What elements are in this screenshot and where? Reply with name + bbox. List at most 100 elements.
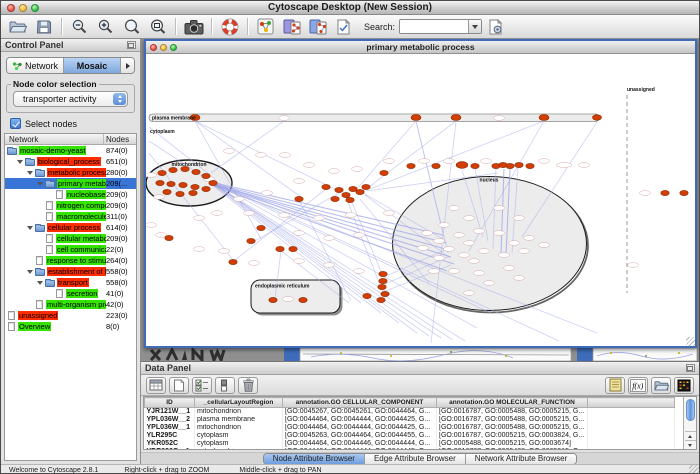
expander-icon[interactable] [37,281,43,285]
expander-icon[interactable] [37,182,43,186]
network-node[interactable] [169,167,177,172]
tree-row-nitrogen-compo[interactable]: nitrogen compo209(0) [5,200,136,211]
tree-row-metabolic-process[interactable]: metabolic process280(0) [5,167,136,178]
network-node[interactable] [335,187,343,192]
node-label[interactable] [479,249,490,254]
zoom-button[interactable] [170,44,177,51]
zoom-button[interactable] [31,4,39,12]
table-scrollbar[interactable] [683,397,696,449]
tab-node-attribute-browser[interactable]: Node Attribute Browser [264,454,365,464]
node-label[interactable] [464,216,475,221]
node-label[interactable] [449,269,460,274]
node-label[interactable] [474,271,485,276]
vizmapper-icon[interactable] [253,16,278,38]
tree-row-macromolecule[interactable]: macromolecule311(0) [5,211,136,222]
zoom-to-fit-icon[interactable] [145,16,170,38]
node-label[interactable] [354,233,365,238]
tab-mosaic[interactable]: Mosaic [64,58,121,73]
scroll-down-button[interactable] [685,440,696,449]
node-label[interactable] [194,216,205,221]
node-label[interactable] [249,261,260,266]
node-label[interactable] [314,216,325,221]
expander-icon[interactable] [27,270,33,274]
node-label[interactable] [509,241,520,246]
network-node[interactable] [295,196,303,201]
network-node[interactable] [202,186,210,191]
network-node[interactable] [189,190,197,195]
network-node[interactable] [342,192,350,197]
close-button[interactable] [150,44,157,51]
node-label[interactable] [294,259,305,264]
node-label[interactable] [422,231,433,236]
formula-builder-icon[interactable]: f(x) [628,377,648,394]
zoom-out-icon[interactable] [67,16,92,38]
tree-row-secretion[interactable]: secretion41(0) [5,288,136,299]
node-label[interactable] [539,159,550,164]
column-header-nodes[interactable]: Nodes [104,134,136,144]
network-node[interactable] [247,238,255,243]
window-resize-grip[interactable] [686,337,695,346]
network-node[interactable] [526,163,534,168]
tree-row-cellular-process[interactable]: cellular process614(0) [5,222,136,233]
network-node[interactable] [202,173,210,178]
network-node[interactable] [356,189,364,194]
network-node[interactable] [276,246,284,251]
network-node[interactable] [379,278,387,283]
network-node[interactable] [506,163,514,168]
zoom-in-icon[interactable] [93,16,118,38]
network-node[interactable] [471,163,479,168]
network-node[interactable] [192,169,200,174]
node-label[interactable] [494,116,505,121]
expander-icon[interactable] [17,160,23,164]
node-label[interactable] [244,211,255,216]
minimize-button[interactable] [160,44,167,51]
table-row[interactable]: YPL036W__2plasma membrane[GO:0044464, GO… [145,416,675,424]
tree-row-mosaic-demo-yeast[interactable]: mosaic-demo-yeast874(0) [5,145,136,156]
tab-network[interactable]: Network [7,58,64,73]
network-node[interactable] [456,162,468,169]
node-label[interactable] [194,247,205,252]
node-label[interactable] [256,153,267,158]
network-node[interactable] [163,189,171,194]
node-label[interactable] [324,236,335,241]
select-attributes-icon[interactable] [192,377,212,394]
table-row[interactable]: YPL036W__1mitochondrion[GO:0044464, GO:0… [145,424,675,432]
network-node[interactable] [346,197,354,202]
node-label[interactable] [434,239,445,244]
node-label[interactable] [294,179,305,184]
node-label[interactable] [499,253,510,258]
search-dropdown-button[interactable] [468,19,481,34]
tree-row-response-to-stimulu[interactable]: response to stimulu264(0) [5,255,136,266]
table-row[interactable]: YKR052Ccytoplasm[GO:0044464, GO:0044446,… [145,440,675,448]
node-label[interactable] [464,291,475,296]
network-node[interactable] [229,259,237,264]
node-label[interactable] [514,216,525,221]
network-node[interactable] [515,162,523,167]
unselect-attributes-icon[interactable] [215,377,235,394]
node-label[interactable] [418,246,429,251]
network-node[interactable] [451,115,461,121]
node-label[interactable] [524,236,535,241]
network-view-window[interactable]: primary metabolic process [144,39,697,348]
table-row[interactable]: YLR295Ccytoplasm[GO:0045263, GO:0044464,… [145,432,675,440]
node-label[interactable] [283,297,294,302]
network-node[interactable] [379,271,387,276]
network-node[interactable] [593,115,602,121]
network-node[interactable] [680,190,688,195]
scroll-up-button[interactable] [685,431,696,440]
network-node[interactable] [269,297,277,302]
node-label[interactable] [434,256,445,261]
network-node[interactable] [362,184,370,189]
new-attribute-icon[interactable] [169,377,189,394]
node-label[interactable] [384,159,395,164]
layout-network-b-icon[interactable] [305,16,330,38]
network-node[interactable] [661,190,669,195]
network-node[interactable] [378,284,386,289]
node-label[interactable] [154,195,165,200]
network-node[interactable] [209,180,217,185]
node-label[interactable] [449,206,460,211]
network-node[interactable] [299,297,307,302]
scrollbar-thumb[interactable] [686,399,695,421]
node-label[interactable] [294,231,305,236]
node-label[interactable] [419,159,430,164]
